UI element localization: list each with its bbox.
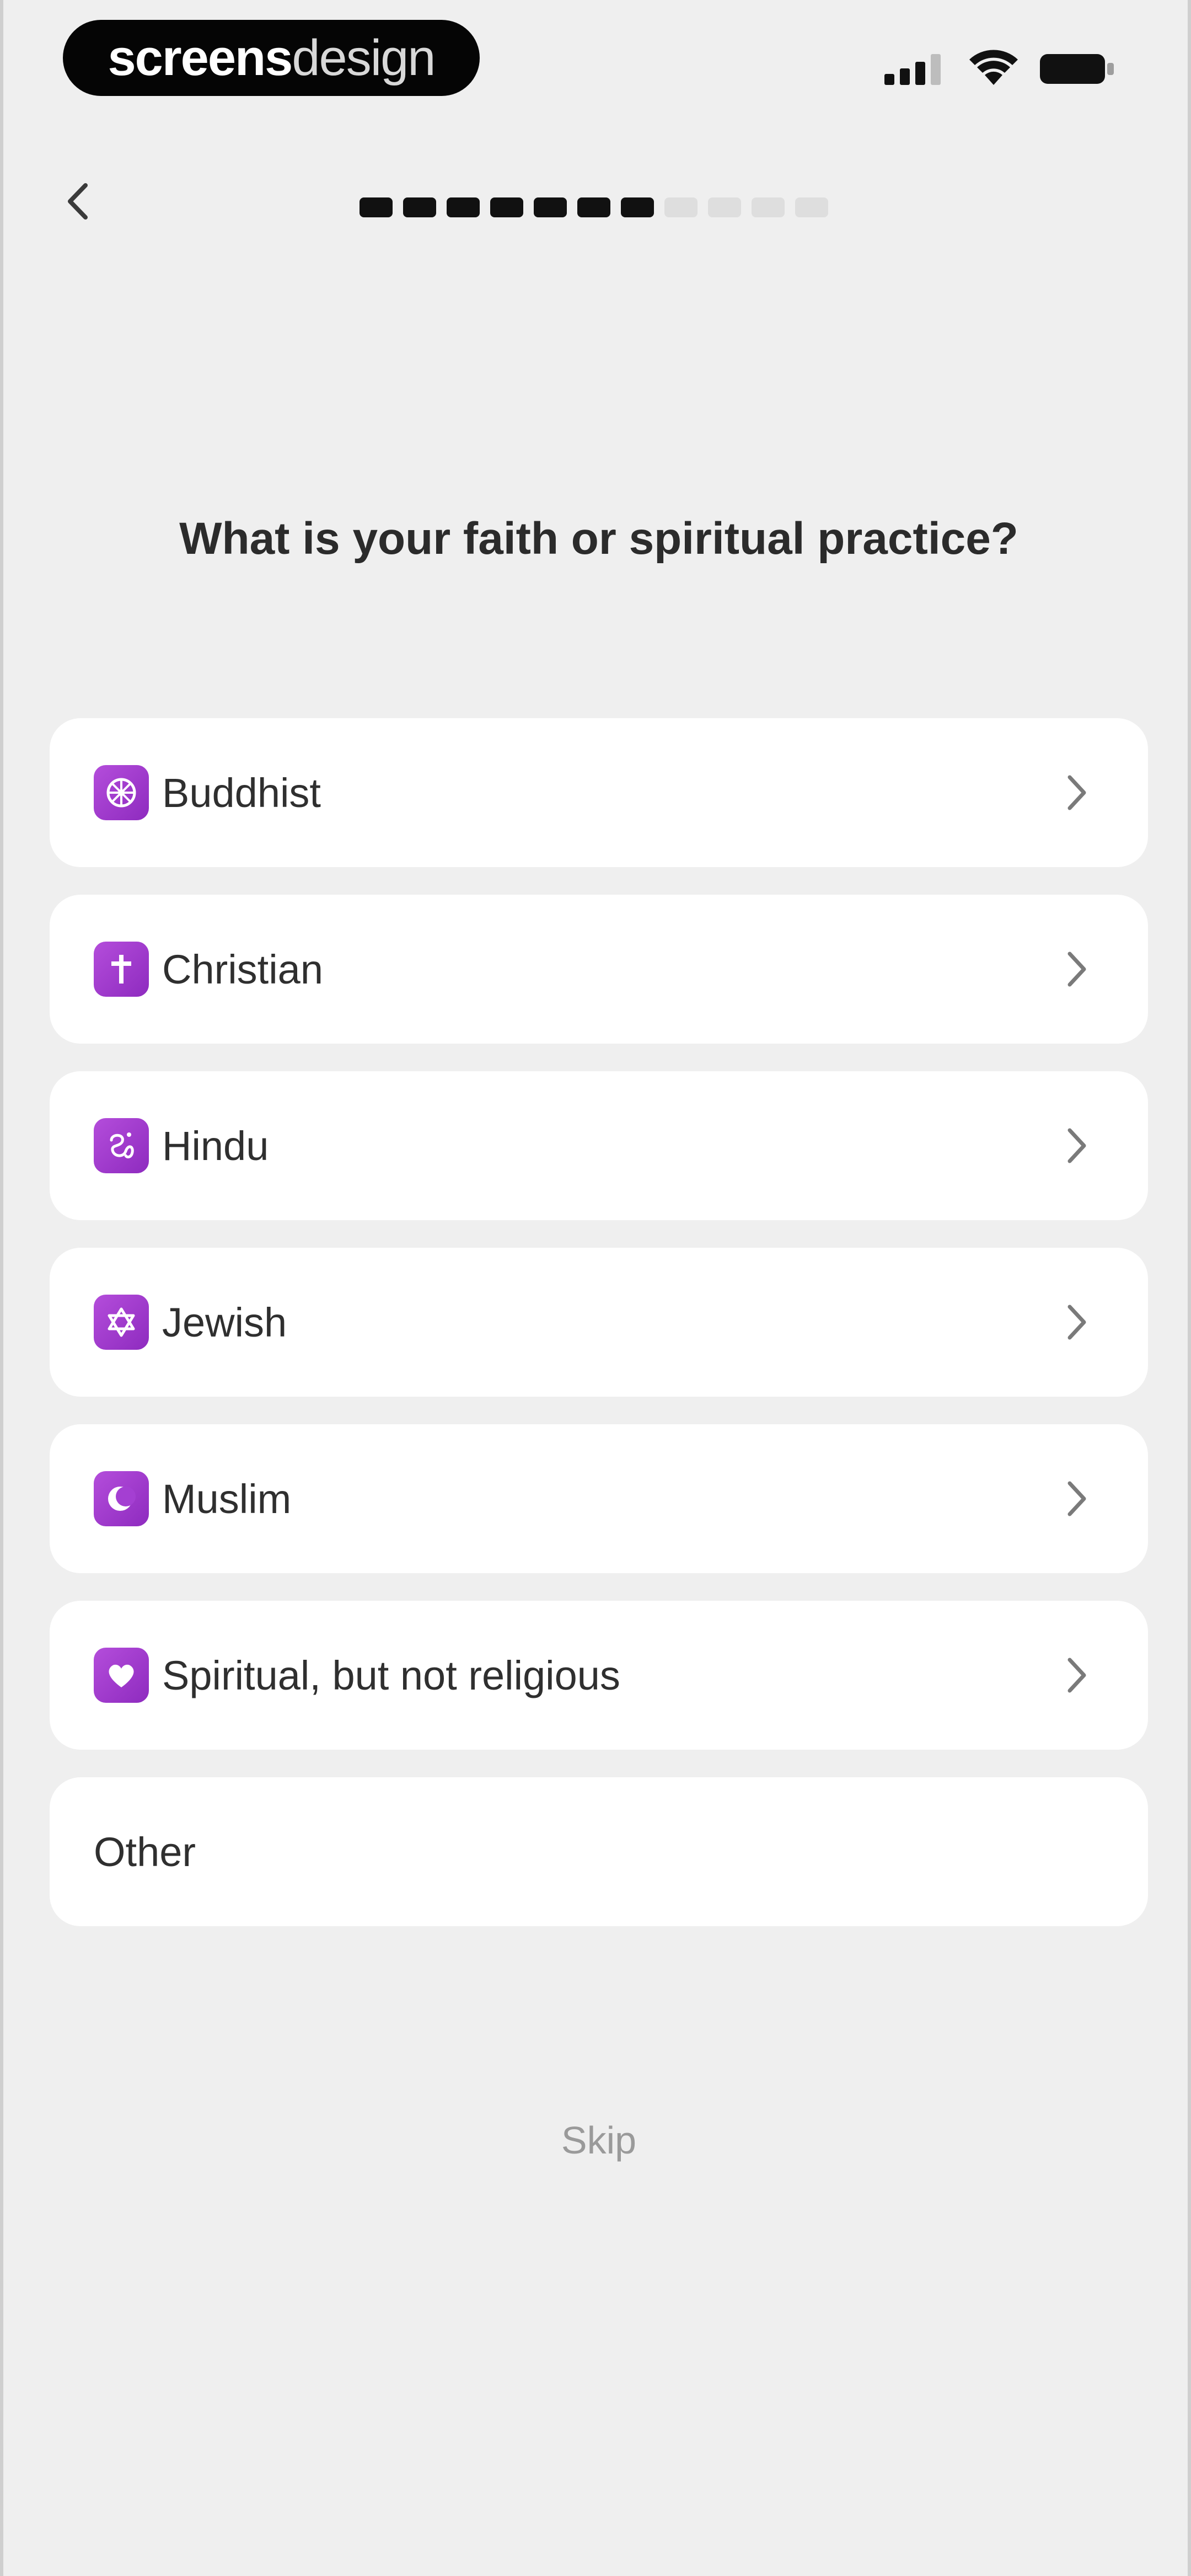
heart-icon <box>94 1648 149 1703</box>
device-frame: screensdesign What is your faith or spir… <box>0 0 1191 2576</box>
progress-segment-complete <box>621 197 654 217</box>
faith-options-list: Buddhist Christian Hindu Jewish Muslim S… <box>50 718 1148 1954</box>
progress-segment-pending <box>752 197 785 217</box>
page-title: What is your faith or spiritual practice… <box>179 514 1018 564</box>
chevron-right-icon <box>1067 775 1086 810</box>
status-icons <box>884 44 1116 88</box>
option-hindu[interactable]: Hindu <box>50 1071 1148 1220</box>
om-icon <box>94 1118 149 1173</box>
battery-icon <box>1040 54 1114 84</box>
option-muslim[interactable]: Muslim <box>50 1424 1148 1573</box>
option-label: Christian <box>162 946 323 992</box>
progress-segment-complete <box>577 197 610 217</box>
option-label: Spiritual, but not religious <box>162 1652 620 1698</box>
brand-logo: screensdesign <box>63 20 480 96</box>
dharma-wheel-icon <box>94 765 149 820</box>
chevron-left-icon <box>68 183 88 220</box>
cross-icon <box>94 942 149 997</box>
progress-segment-complete <box>447 197 480 217</box>
option-other[interactable]: Other <box>50 1777 1148 1926</box>
crescent-icon <box>94 1471 149 1526</box>
progress-segment-complete <box>490 197 523 217</box>
option-label: Other <box>94 1829 196 1875</box>
progress-segment-pending <box>664 197 698 217</box>
progress-segment-complete <box>534 197 567 217</box>
star-of-david-icon <box>94 1295 149 1350</box>
progress-segment-complete <box>403 197 436 217</box>
step-progress-indicator <box>360 197 839 217</box>
chevron-right-icon <box>1067 952 1086 987</box>
option-christian[interactable]: Christian <box>50 895 1148 1044</box>
option-buddhist[interactable]: Buddhist <box>50 718 1148 867</box>
option-label: Muslim <box>162 1476 292 1522</box>
option-label: Hindu <box>162 1123 269 1169</box>
option-label: Jewish <box>162 1299 287 1345</box>
progress-segment-pending <box>795 197 828 217</box>
skip-button[interactable]: Skip <box>3 2118 1191 2162</box>
brand-logo-primary: screens <box>108 29 293 86</box>
progress-segment-pending <box>708 197 741 217</box>
progress-segment-complete <box>360 197 393 217</box>
option-spiritual[interactable]: Spiritual, but not religious <box>50 1601 1148 1750</box>
chevron-right-icon <box>1067 1481 1086 1516</box>
chevron-right-icon <box>1067 1128 1086 1163</box>
brand-logo-secondary: design <box>292 29 436 86</box>
wifi-icon <box>969 50 1018 85</box>
back-button[interactable] <box>53 177 103 226</box>
cellular-signal-icon <box>884 54 941 85</box>
chevron-right-icon <box>1067 1305 1086 1340</box>
chevron-right-icon <box>1067 1658 1086 1693</box>
option-label: Buddhist <box>162 769 321 816</box>
option-jewish[interactable]: Jewish <box>50 1248 1148 1397</box>
